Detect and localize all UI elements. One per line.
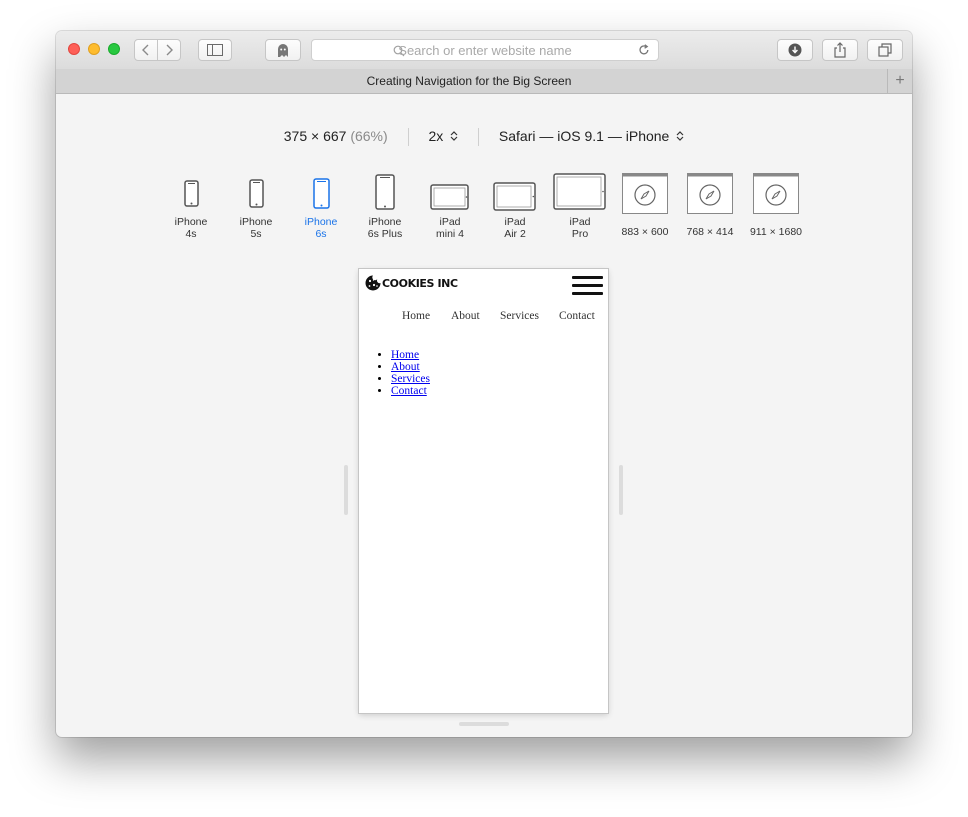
nav-services[interactable]: Services <box>500 310 539 322</box>
minimize-window-button[interactable] <box>88 43 100 55</box>
site-link-list: Home About Services Contact <box>379 349 430 397</box>
resize-handle-left[interactable] <box>344 465 348 515</box>
tablet-icon <box>430 184 469 210</box>
chevron-right-icon <box>166 44 173 56</box>
device-name: iPad <box>439 216 461 228</box>
sidebar-button[interactable] <box>198 39 232 61</box>
close-window-button[interactable] <box>68 43 80 55</box>
device-name: iPhone <box>174 216 208 228</box>
tablet-icon <box>553 173 606 210</box>
device-iphone-4s[interactable]: iPhone 4s <box>159 173 223 240</box>
tab-bar: Creating Navigation for the Big Screen + <box>56 69 912 94</box>
user-agent-label: Safari — iOS 9.1 — iPhone <box>498 128 670 144</box>
site-logo-text: COOKIES INC <box>382 276 458 290</box>
updown-chevron-icon <box>676 131 684 141</box>
divider <box>407 128 409 147</box>
nav-about[interactable]: About <box>451 310 480 322</box>
ghost-icon <box>278 43 288 57</box>
privacy-button[interactable] <box>265 39 301 61</box>
hamburger-menu-icon[interactable] <box>572 276 603 296</box>
sidebar-icon <box>207 44 223 56</box>
list-item: Home <box>391 349 430 361</box>
download-icon <box>788 43 802 57</box>
phone-icon <box>184 180 199 207</box>
nav-home[interactable]: Home <box>402 310 430 322</box>
device-model: 4s <box>185 228 197 240</box>
device-custom-883x600[interactable]: 883 × 600 <box>613 173 677 238</box>
tabs-overview-button[interactable] <box>867 39 903 61</box>
device-model: Pro <box>571 228 589 240</box>
pixel-ratio-label: 2x <box>428 128 444 144</box>
compass-icon <box>622 173 668 214</box>
browser-window: Search or enter website name Creating Na… <box>56 31 912 737</box>
link-contact[interactable]: Contact <box>391 385 427 397</box>
device-iphone-6s[interactable]: iPhone 6s <box>289 173 353 240</box>
device-name: iPad <box>569 216 591 228</box>
resize-handle-right[interactable] <box>619 465 623 515</box>
device-model: 6s <box>315 228 327 240</box>
updown-chevron-icon <box>450 131 458 141</box>
device-ipad-pro[interactable]: iPad Pro <box>548 173 612 240</box>
forward-button[interactable] <box>157 39 181 61</box>
tablet-icon <box>493 182 536 211</box>
responsive-design-bar: 375 × 667 (66%) 2x Safari — iOS 9.1 — iP… <box>56 128 912 147</box>
resize-handle-bottom[interactable] <box>459 722 509 726</box>
nav-contact[interactable]: Contact <box>559 310 595 322</box>
cookie-icon <box>365 275 381 291</box>
device-model: mini 4 <box>435 228 464 240</box>
list-item: Contact <box>391 385 430 397</box>
reload-icon[interactable] <box>638 44 650 56</box>
phone-icon <box>249 179 264 208</box>
downloads-button[interactable] <box>777 39 813 61</box>
user-agent-select[interactable]: Safari — iOS 9.1 — iPhone <box>499 128 684 144</box>
address-placeholder: Search or enter website name <box>398 43 572 58</box>
phone-icon <box>375 174 395 210</box>
link-home[interactable]: Home <box>391 349 419 361</box>
device-resolution: 768 × 414 <box>686 226 734 238</box>
device-name: iPad <box>504 216 526 228</box>
device-ipad-mini-4[interactable]: iPad mini 4 <box>418 173 482 240</box>
list-item: About <box>391 361 430 373</box>
zoom-level: (66%) <box>350 128 388 144</box>
device-custom-911x1680[interactable]: 911 × 1680 <box>744 173 808 238</box>
list-item: Services <box>391 373 430 385</box>
link-about[interactable]: About <box>391 361 420 373</box>
tabs-icon <box>878 43 892 57</box>
new-tab-button[interactable]: + <box>887 69 912 93</box>
phone-icon <box>313 178 330 209</box>
pixel-ratio-select[interactable]: 2x <box>428 128 458 144</box>
device-viewport: COOKIES INC Home About Services Contact … <box>359 269 608 713</box>
compass-icon <box>687 173 733 214</box>
link-services[interactable]: Services <box>391 373 430 385</box>
share-button[interactable] <box>822 39 858 61</box>
address-bar[interactable]: Search or enter website name <box>311 39 659 61</box>
device-name: iPhone <box>304 216 338 228</box>
zoom-window-button[interactable] <box>108 43 120 55</box>
compass-icon <box>753 173 799 214</box>
device-model: 6s Plus <box>367 228 403 240</box>
chevron-left-icon <box>142 44 149 56</box>
divider <box>478 128 480 147</box>
device-iphone-6s-plus[interactable]: iPhone 6s Plus <box>353 173 417 240</box>
device-model: Air 2 <box>504 228 526 240</box>
device-resolution: 883 × 600 <box>621 226 669 238</box>
share-icon <box>834 42 846 58</box>
device-iphone-5s[interactable]: iPhone 5s <box>224 173 288 240</box>
device-custom-768x414[interactable]: 768 × 414 <box>678 173 742 238</box>
viewport-size: 375 × 667 <box>283 128 347 144</box>
device-ipad-air-2[interactable]: iPad Air 2 <box>483 173 547 240</box>
device-model: 5s <box>250 228 262 240</box>
device-name: iPhone <box>368 216 402 228</box>
device-name: iPhone <box>239 216 273 228</box>
back-button[interactable] <box>134 39 158 61</box>
browser-toolbar: Search or enter website name <box>56 31 912 70</box>
device-resolution: 911 × 1680 <box>749 226 803 238</box>
tab-title[interactable]: Creating Navigation for the Big Screen <box>56 74 882 88</box>
site-logo[interactable]: COOKIES INC <box>365 275 458 291</box>
